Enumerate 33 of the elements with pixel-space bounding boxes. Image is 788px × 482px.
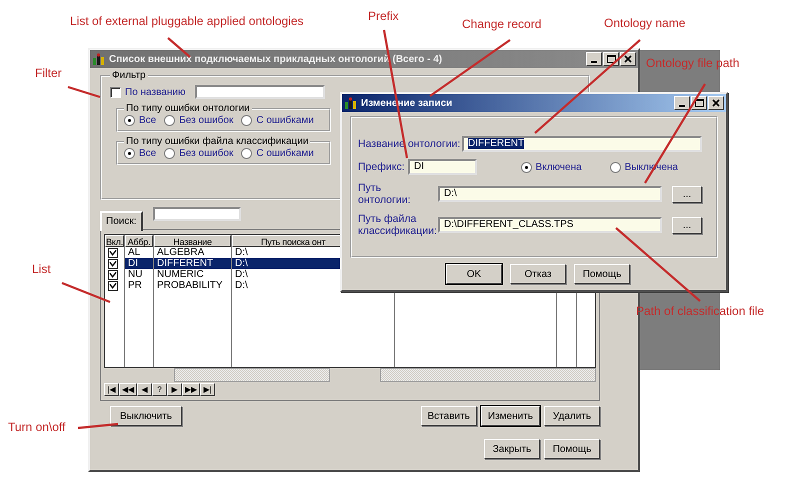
table-cell-text: AL: [127, 247, 142, 258]
annotation-label: Ontology name: [604, 16, 686, 30]
table-cell-text: D:\: [234, 269, 249, 280]
radio-label: С ошибками: [256, 115, 314, 126]
annotation-label: Turn on\off: [8, 420, 66, 434]
radio-label: Все: [139, 148, 156, 159]
field-label: Префикс:: [358, 161, 404, 173]
annotation-label: List of external pluggable applied ontologies: [70, 14, 304, 28]
checkbox-label: По названию: [125, 86, 186, 98]
annotation-label: Filter: [35, 66, 62, 80]
group-title: По типу ошибки онтологии: [125, 103, 251, 114]
table-cell-text: PR: [127, 280, 143, 291]
radio-label: Без ошибок: [179, 115, 234, 126]
field-label: Путь файла классификации:: [358, 213, 434, 237]
table-cell-text: NU: [127, 269, 144, 280]
table-cell-text: NUMERIC: [156, 269, 205, 280]
table-cell-text: D:\: [234, 280, 249, 291]
group-title: По типу ошибки файла классификации: [125, 136, 310, 147]
radio-label: С ошибками: [256, 148, 314, 159]
field-label: Путь онтологии:: [358, 182, 412, 206]
group-title: Фильтр: [111, 70, 147, 81]
annotation-label: Change record: [462, 17, 542, 31]
table-cell-text: PROBABILITY: [156, 280, 224, 291]
table-cell-text: ALGEBRA: [156, 247, 206, 258]
table-cell: DI: [125, 258, 153, 269]
annotation-label: List: [32, 262, 51, 276]
table-cell: DIFFERENT: [154, 258, 231, 269]
radio-label: Все: [139, 115, 156, 126]
table-cell-text: D:\: [234, 247, 249, 258]
radio-label: Без ошибок: [179, 148, 234, 159]
radio-label: Включена: [536, 162, 582, 172]
field-label: Название онтологии:: [358, 138, 458, 150]
annotation-label: Prefix: [368, 9, 399, 23]
